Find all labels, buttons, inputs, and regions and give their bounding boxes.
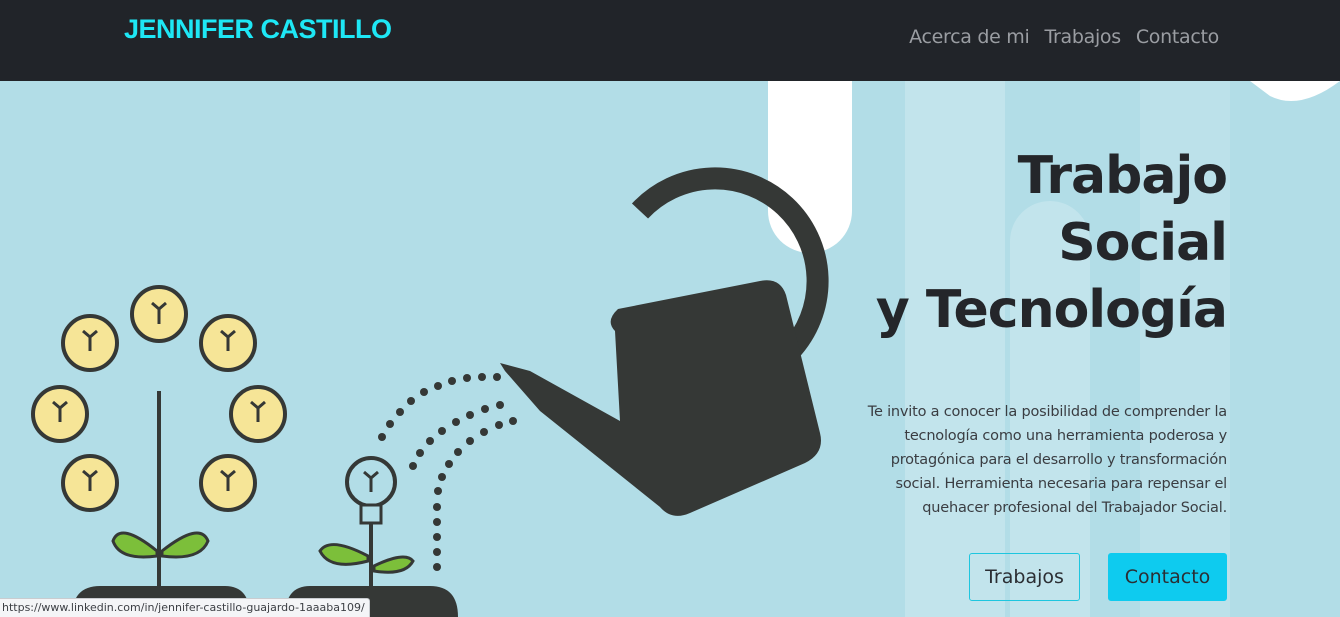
lightbulb-plant-icon [31,285,287,617]
hero-title-line: Social [1058,213,1228,273]
brand-logo[interactable]: JENNIFER CASTILLO [124,14,392,45]
hero-title-line: Trabajo [1017,146,1228,206]
hero-description: Te invito a conocer la posibilidad de co… [867,403,1227,516]
nav-link-about[interactable]: Acerca de mi [909,26,1030,48]
nav-links: Acerca de mi Trabajos Contacto [909,26,1219,48]
nav-link-works[interactable]: Trabajos [1044,26,1121,48]
small-lightbulb-plant-icon [285,456,458,617]
hero-title: Trabajo Social y Tecnología [875,143,1228,344]
hero-section: Trabajo Social y Tecnología Te invito a … [0,81,1340,617]
hero-title-line: y Tecnología [875,280,1228,340]
top-navbar: JENNIFER CASTILLO Acerca de mi Trabajos … [0,0,1340,81]
contact-button[interactable]: Contacto [1108,553,1227,601]
nav-link-contact[interactable]: Contacto [1136,26,1219,48]
status-bar-url: https://www.linkedin.com/in/jennifer-cas… [0,598,370,617]
water-droplets [378,373,517,571]
works-button[interactable]: Trabajos [969,553,1080,601]
